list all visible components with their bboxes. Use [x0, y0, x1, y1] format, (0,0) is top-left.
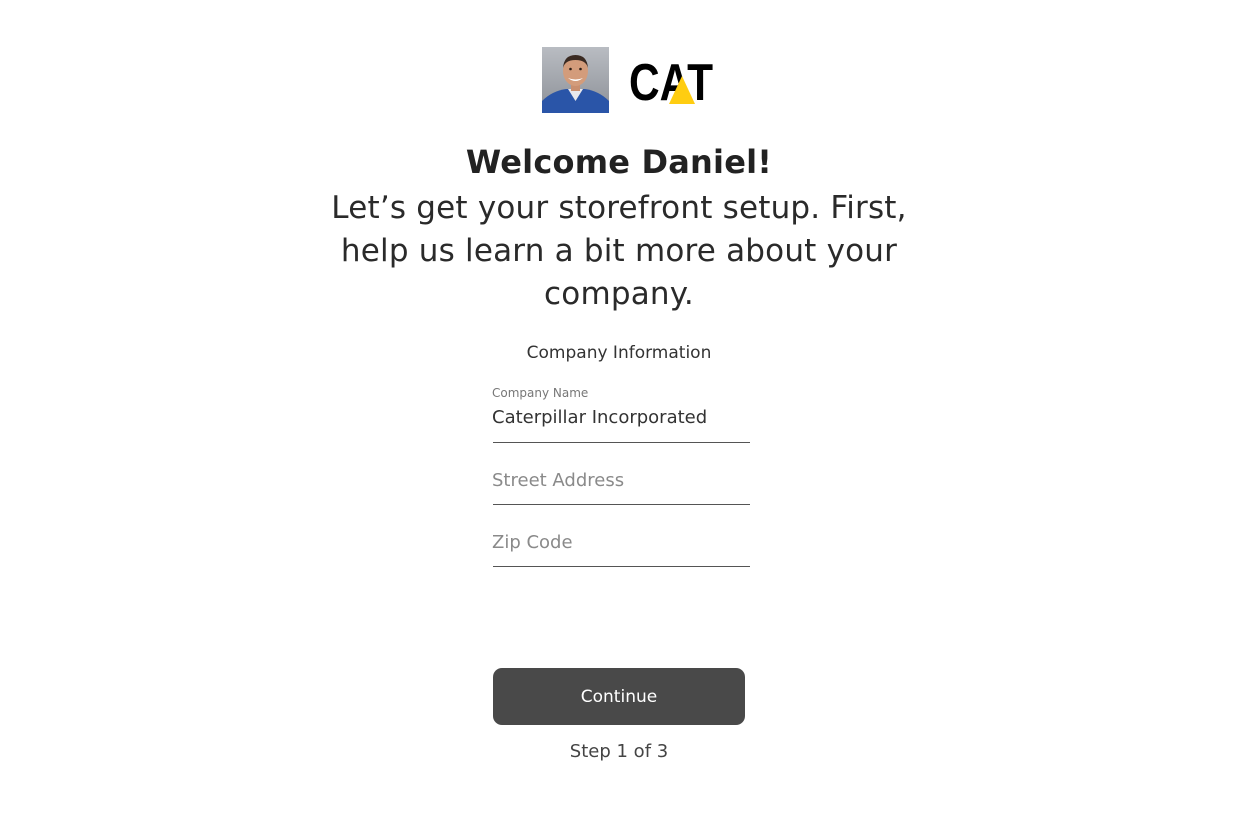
- cat-logo: CAT: [629, 54, 713, 106]
- welcome-subtitle: Let’s get your storefront setup. First, …: [331, 190, 907, 312]
- step-indicator: Step 1 of 3: [569, 741, 669, 762]
- street-address-underline: [493, 504, 750, 505]
- header-logos: CAT: [542, 47, 713, 113]
- zip-code-underline: [493, 566, 750, 567]
- company-name-field: Company Name: [492, 386, 750, 444]
- company-name-input[interactable]: [492, 405, 750, 429]
- street-address-field: [492, 466, 750, 506]
- svg-text:CAT: CAT: [629, 54, 713, 106]
- welcome-title: Welcome Daniel!: [465, 143, 773, 181]
- section-title: Company Information: [526, 343, 712, 363]
- zip-code-input[interactable]: [492, 530, 750, 554]
- street-address-input[interactable]: [492, 468, 750, 492]
- continue-button[interactable]: Continue: [493, 668, 745, 725]
- onboarding-page: CAT Welcome Daniel! Let’s get your store…: [0, 0, 1240, 830]
- company-name-underline: [493, 442, 750, 443]
- company-name-label: Company Name: [492, 386, 589, 400]
- zip-code-field: [492, 528, 750, 568]
- avatar: [542, 47, 609, 113]
